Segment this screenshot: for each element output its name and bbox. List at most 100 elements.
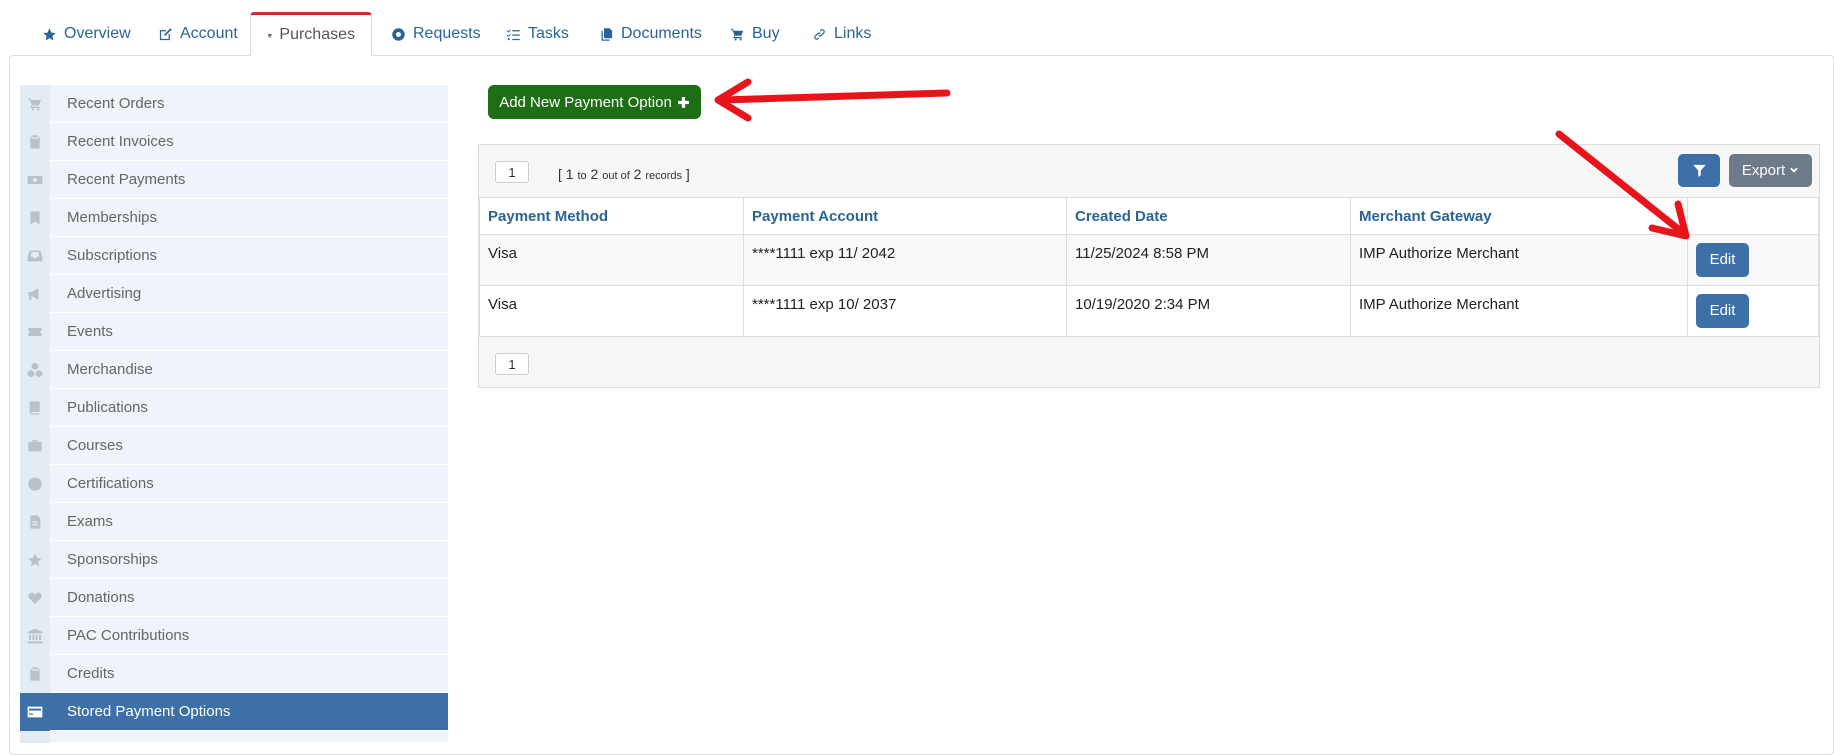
edit-icon bbox=[159, 27, 172, 40]
pager-page-bottom[interactable]: 1 bbox=[495, 353, 529, 375]
star-icon bbox=[20, 540, 50, 579]
file-icon bbox=[20, 502, 50, 541]
records-bracket-open: [ bbox=[558, 166, 562, 182]
table-row: Visa ****1111 exp 10/ 2037 10/19/2020 2:… bbox=[479, 285, 1819, 337]
cart-icon bbox=[267, 32, 272, 38]
sidebar-item-label: Stored Payment Options bbox=[67, 703, 231, 720]
pager-page-number: 1 bbox=[508, 164, 516, 180]
edit-button[interactable]: Edit bbox=[1696, 243, 1749, 277]
clipboard-icon bbox=[20, 654, 50, 693]
tab-buy[interactable]: Buy bbox=[714, 12, 796, 56]
tab-documents[interactable]: Documents bbox=[583, 12, 718, 56]
plus-icon bbox=[677, 96, 689, 108]
sidebar-item-pac-contributions[interactable]: PAC Contributions bbox=[20, 616, 448, 655]
tab-label: Requests bbox=[413, 25, 481, 42]
cell-payment-account: ****1111 exp 10/ 2037 bbox=[743, 285, 1067, 337]
tab-label: Links bbox=[834, 25, 872, 42]
cell-created-date: 10/19/2020 2:34 PM bbox=[1066, 285, 1351, 337]
records-from: 1 bbox=[565, 166, 574, 182]
sidebar-item-label: Memberships bbox=[67, 209, 158, 226]
book-icon bbox=[20, 388, 50, 427]
record-count: [ 1 to 2 out of 2 records ] bbox=[558, 166, 690, 182]
sidebar-item-label: Events bbox=[67, 323, 113, 340]
records-bracket-close: ] bbox=[685, 166, 690, 182]
sidebar-item-label: Certifications bbox=[67, 475, 154, 492]
sidebar-item-merchandise[interactable]: Merchandise bbox=[20, 350, 448, 389]
chevron-down-icon bbox=[1790, 167, 1798, 173]
sidebar-item-label: Courses bbox=[67, 437, 123, 454]
sidebar-item-label: Donations bbox=[67, 589, 135, 606]
sidebar-item-label: Subscriptions bbox=[67, 247, 158, 264]
sidebar: Recent Orders Recent Invoices Recent Pay… bbox=[20, 84, 448, 743]
sidebar-item-recent-payments[interactable]: Recent Payments bbox=[20, 160, 448, 199]
tab-purchases[interactable]: Purchases bbox=[250, 12, 372, 56]
checklist-icon bbox=[506, 29, 520, 40]
cart-icon bbox=[731, 28, 744, 41]
sidebar-item-recent-invoices[interactable]: Recent Invoices bbox=[20, 122, 448, 161]
payment-options-table: Payment Method Payment Account Created D… bbox=[479, 197, 1819, 337]
column-header-payment-method[interactable]: Payment Method bbox=[479, 197, 744, 235]
sidebar-item-certifications[interactable]: Certifications bbox=[20, 464, 448, 503]
cubes-icon bbox=[20, 350, 50, 389]
money-icon bbox=[20, 160, 50, 199]
pager-page-top[interactable]: 1 bbox=[495, 161, 529, 183]
tab-label: Buy bbox=[752, 25, 780, 42]
cell-payment-method: Visa bbox=[479, 234, 744, 286]
sidebar-item-advertising[interactable]: Advertising bbox=[20, 274, 448, 313]
heart-icon bbox=[20, 578, 50, 617]
sidebar-item-subscriptions[interactable]: Subscriptions bbox=[20, 236, 448, 275]
documents-icon bbox=[601, 27, 613, 41]
sidebar-item-courses[interactable]: Courses bbox=[20, 426, 448, 465]
tab-label: Overview bbox=[64, 25, 131, 42]
sidebar-item-memberships[interactable]: Memberships bbox=[20, 198, 448, 237]
cell-payment-account: ****1111 exp 11/ 2042 bbox=[743, 234, 1067, 286]
tab-requests[interactable]: Requests bbox=[375, 12, 497, 56]
records-total: 2 bbox=[633, 166, 642, 182]
sidebar-item-events[interactable]: Events bbox=[20, 312, 448, 351]
records-word: records bbox=[645, 170, 683, 182]
cell-merchant-gateway: IMP Authorize Merchant bbox=[1350, 285, 1688, 337]
sidebar-item-credits[interactable]: Credits bbox=[20, 654, 448, 693]
cell-payment-method: Visa bbox=[479, 285, 744, 337]
tab-label: Documents bbox=[621, 25, 702, 42]
sidebar-item-exams[interactable]: Exams bbox=[20, 502, 448, 541]
tab-label: Purchases bbox=[279, 26, 355, 43]
export-button[interactable]: Export bbox=[1729, 154, 1812, 187]
tab-account[interactable]: Account bbox=[142, 12, 254, 56]
add-new-payment-option-button[interactable]: Add New Payment Option bbox=[488, 85, 701, 119]
sidebar-item-donations[interactable]: Donations bbox=[20, 578, 448, 617]
link-icon bbox=[814, 28, 825, 40]
column-header-merchant-gateway[interactable]: Merchant Gateway bbox=[1350, 197, 1688, 235]
sidebar-item-label: Recent Orders bbox=[67, 95, 165, 112]
records-out-of: out of bbox=[602, 170, 630, 182]
clipboard-icon bbox=[20, 122, 50, 161]
tab-tasks[interactable]: Tasks bbox=[490, 12, 585, 56]
sidebar-item-sponsorships[interactable]: Sponsorships bbox=[20, 540, 448, 579]
column-header-payment-account[interactable]: Payment Account bbox=[743, 197, 1067, 235]
filter-button[interactable] bbox=[1678, 154, 1720, 187]
cart-icon bbox=[20, 84, 50, 123]
sidebar-item-publications[interactable]: Publications bbox=[20, 388, 448, 427]
bookmark-icon bbox=[20, 198, 50, 237]
tab-overview[interactable]: Overview bbox=[26, 12, 147, 56]
sidebar-item-label: Publications bbox=[67, 399, 148, 416]
tab-links[interactable]: Links bbox=[796, 12, 887, 56]
export-label: Export bbox=[1741, 162, 1786, 179]
credit-card-icon bbox=[20, 692, 50, 731]
certificate-icon bbox=[20, 464, 50, 503]
sidebar-item-partial bbox=[20, 730, 448, 743]
cell-actions: Edit bbox=[1687, 234, 1819, 286]
sidebar-item-label: Recent Payments bbox=[67, 171, 186, 188]
ticket-icon bbox=[20, 312, 50, 351]
column-header-created-date[interactable]: Created Date bbox=[1066, 197, 1351, 235]
filter-icon bbox=[1692, 164, 1706, 177]
megaphone-icon bbox=[20, 274, 50, 313]
sidebar-item-label: Merchandise bbox=[67, 361, 153, 378]
sidebar-item-label: Recent Invoices bbox=[67, 133, 174, 150]
sidebar-item-stored-payment-options[interactable]: Stored Payment Options bbox=[20, 692, 448, 731]
cell-created-date: 11/25/2024 8:58 PM bbox=[1066, 234, 1351, 286]
edit-button[interactable]: Edit bbox=[1696, 294, 1749, 328]
sidebar-item-recent-orders[interactable]: Recent Orders bbox=[20, 84, 448, 123]
briefcase-icon bbox=[20, 426, 50, 465]
tab-label: Tasks bbox=[528, 25, 569, 42]
